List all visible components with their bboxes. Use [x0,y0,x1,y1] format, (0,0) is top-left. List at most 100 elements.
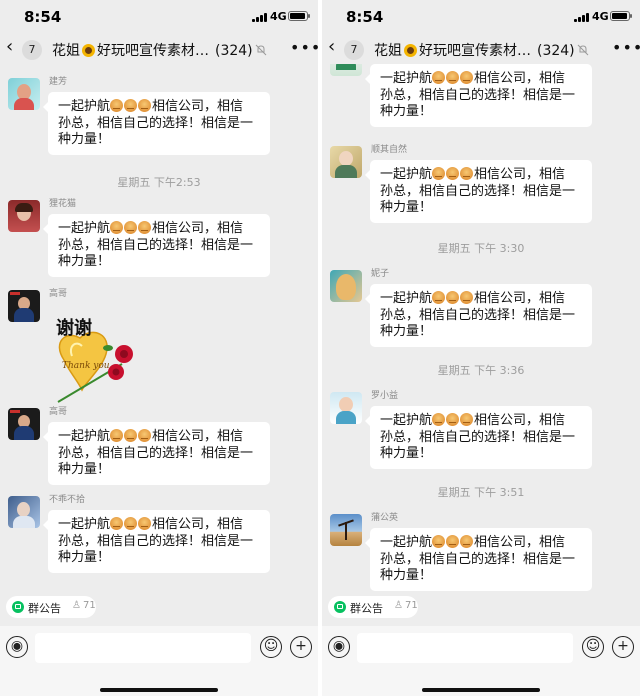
avatar[interactable] [330,270,362,302]
battery-icon [288,11,310,21]
bell-slash-icon [577,44,589,56]
screenshot-composite: 8:54 4G ‹ 7 花姐好玩吧宣传素材…(324) ••• 建芳 一起护航相… [0,0,640,696]
avatar[interactable] [330,64,362,76]
sender-name: 顺其自然 [371,145,408,155]
ellipsis-icon[interactable]: ••• [290,38,318,57]
sender-name: 高哥 [49,289,68,299]
avatar[interactable] [8,408,40,440]
chat-header: ‹ 7 花姐 好玩吧宣传素材… (324) ••• [322,34,640,64]
message-text: 一起护航 [380,71,433,86]
message-text: 孙总，相信自己的选择！相信是一 [380,307,576,323]
group-notice-label: 群公告 [28,602,61,615]
home-indicator [100,688,218,692]
thank-you-sticker[interactable]: 谢谢 Thank you [52,312,144,408]
message-text: 孙总，相信自己的选择！相信是一 [58,533,254,549]
chat-screen-right: 8:54 4G ‹ 7 花姐好玩吧宣传素材…(324) ••• 一起护航相信公司… [322,0,640,696]
smiley-icon[interactable]: ☺ [260,636,282,658]
message-text: 相信公司，相信 [152,429,244,444]
message-bubble[interactable]: 一起护航 相信公司，相信 孙总，相信自己的选择！相信是一 种力量！ [365,284,592,347]
message-text: 种力量！ [380,104,433,119]
message-list[interactable]: 一起护航 相信公司，相信 孙总，相信自己的选择！相信是一 种力量！ 顺其自然 一起… [322,64,640,594]
avatar[interactable] [8,200,40,232]
fist-emoji-icon [138,221,152,234]
fist-emoji-icon [124,517,138,530]
group-notice-button[interactable]: 群公告 ♙ 71 [6,596,96,618]
message-text: 种力量！ [58,462,111,477]
chat-title-group: 好玩吧宣传素材… [97,43,209,59]
fist-emoji-icon [446,413,460,426]
message-text: 相信公司，相信 [474,71,566,86]
announcement-icon [12,601,24,613]
input-bar: ◉ ☺ + [322,626,640,696]
message-bubble[interactable]: 一起护航 相信公司，相信 孙总，相信自己的选择！相信是一 种力量！ [43,214,270,277]
message-bubble[interactable]: 一起护航 相信公司，相信 孙总，相信自己的选择！相信是一 种力量！ [365,64,592,127]
smiley-icon[interactable]: ☺ [582,636,604,658]
unread-count-badge[interactable]: 7 [22,40,42,60]
avatar[interactable] [330,514,362,546]
message-text: 种力量！ [380,200,433,215]
network-type: 4G [270,10,287,23]
sticker-text-sub: Thank you [62,361,110,371]
chat-header: ‹ 7 花姐 好玩吧宣传素材… (324) ••• [0,34,318,64]
fist-emoji-icon [460,413,474,426]
avatar[interactable] [330,146,362,178]
message-bubble[interactable]: 一起护航 相信公司，相信 孙总，相信自己的选择！相信是一 种力量！ [43,510,270,573]
message-bubble[interactable]: 一起护航 相信公司，相信 孙总，相信自己的选择！相信是一 种力量！ [365,160,592,223]
message-text: 种力量！ [380,446,433,461]
message-input[interactable] [35,633,251,663]
chat-screen-left: 8:54 4G ‹ 7 花姐好玩吧宣传素材…(324) ••• 建芳 一起护航相… [0,0,318,696]
sender-name: 高哥 [49,407,68,417]
message-bubble[interactable]: 一起护航 相信公司，相信 孙总，相信自己的选择！相信是一 种力量！ [43,92,270,155]
message-bubble[interactable]: 一起护航 相信公司，相信 孙总，相信自己的选择！相信是一 种力量！ [365,528,592,591]
chat-title: 花姐 好玩吧宣传素材… (324) [374,40,575,60]
signal-icon [252,12,268,22]
voice-icon[interactable]: ◉ [328,636,350,658]
ellipsis-icon[interactable]: ••• [612,38,640,57]
member-count: (324) [537,43,575,59]
message-input[interactable] [357,633,573,663]
message-text: 一起护航 [58,99,111,114]
message-text: 相信公司，相信 [474,413,566,428]
status-time: 8:54 [346,8,384,26]
plus-icon[interactable]: + [612,636,634,658]
fist-emoji-icon [460,167,474,180]
message-text: 一起护航 [58,429,111,444]
group-notice-label: 群公告 [350,602,383,615]
home-indicator [422,688,540,692]
message-text: 相信公司，相信 [152,517,244,532]
fist-emoji-icon [432,291,446,304]
avatar[interactable] [8,496,40,528]
message-list[interactable]: 建芳 一起护航 相信公司，相信 孙总，相信自己的选择！相信是一 种力量！ 星期五 … [0,64,318,594]
message-bubble[interactable]: 一起护航 相信公司，相信 孙总，相信自己的选择！相信是一 种力量！ [365,406,592,469]
message-bubble[interactable]: 一起护航 相信公司，相信 孙总，相信自己的选择！相信是一 种力量！ [43,422,270,485]
chevron-left-icon[interactable]: ‹ [328,37,344,57]
fist-emoji-icon [110,99,124,112]
group-notice-count: 71 [405,600,418,611]
message-text: 一起护航 [58,221,111,236]
status-bar: 8:54 4G [0,0,318,34]
signal-icon [574,12,590,22]
group-notice-button[interactable]: 群公告 ♙ 71 [328,596,418,618]
sender-name: 狸花猫 [49,199,77,209]
fist-emoji-icon [110,429,124,442]
fist-emoji-icon [124,429,138,442]
announcement-icon [334,601,346,613]
fist-emoji-icon [446,535,460,548]
voice-icon[interactable]: ◉ [6,636,28,658]
unread-count-badge[interactable]: 7 [344,40,364,60]
fist-emoji-icon [446,291,460,304]
member-count: (324) [215,43,253,59]
timestamp: 星期五 下午 3:51 [437,486,525,499]
sender-name: 蒲公英 [371,513,399,523]
plus-icon[interactable]: + [290,636,312,658]
avatar[interactable] [8,78,40,110]
chat-title-name: 花姐 [52,43,80,59]
message-text: 种力量！ [380,568,433,583]
group-notice-count: 71 [83,600,96,611]
fist-emoji-icon [138,517,152,530]
message-text: 一起护航 [380,413,433,428]
message-text: 孙总，相信自己的选择！相信是一 [380,429,576,445]
chevron-left-icon[interactable]: ‹ [6,37,22,57]
avatar[interactable] [8,290,40,322]
avatar[interactable] [330,392,362,424]
